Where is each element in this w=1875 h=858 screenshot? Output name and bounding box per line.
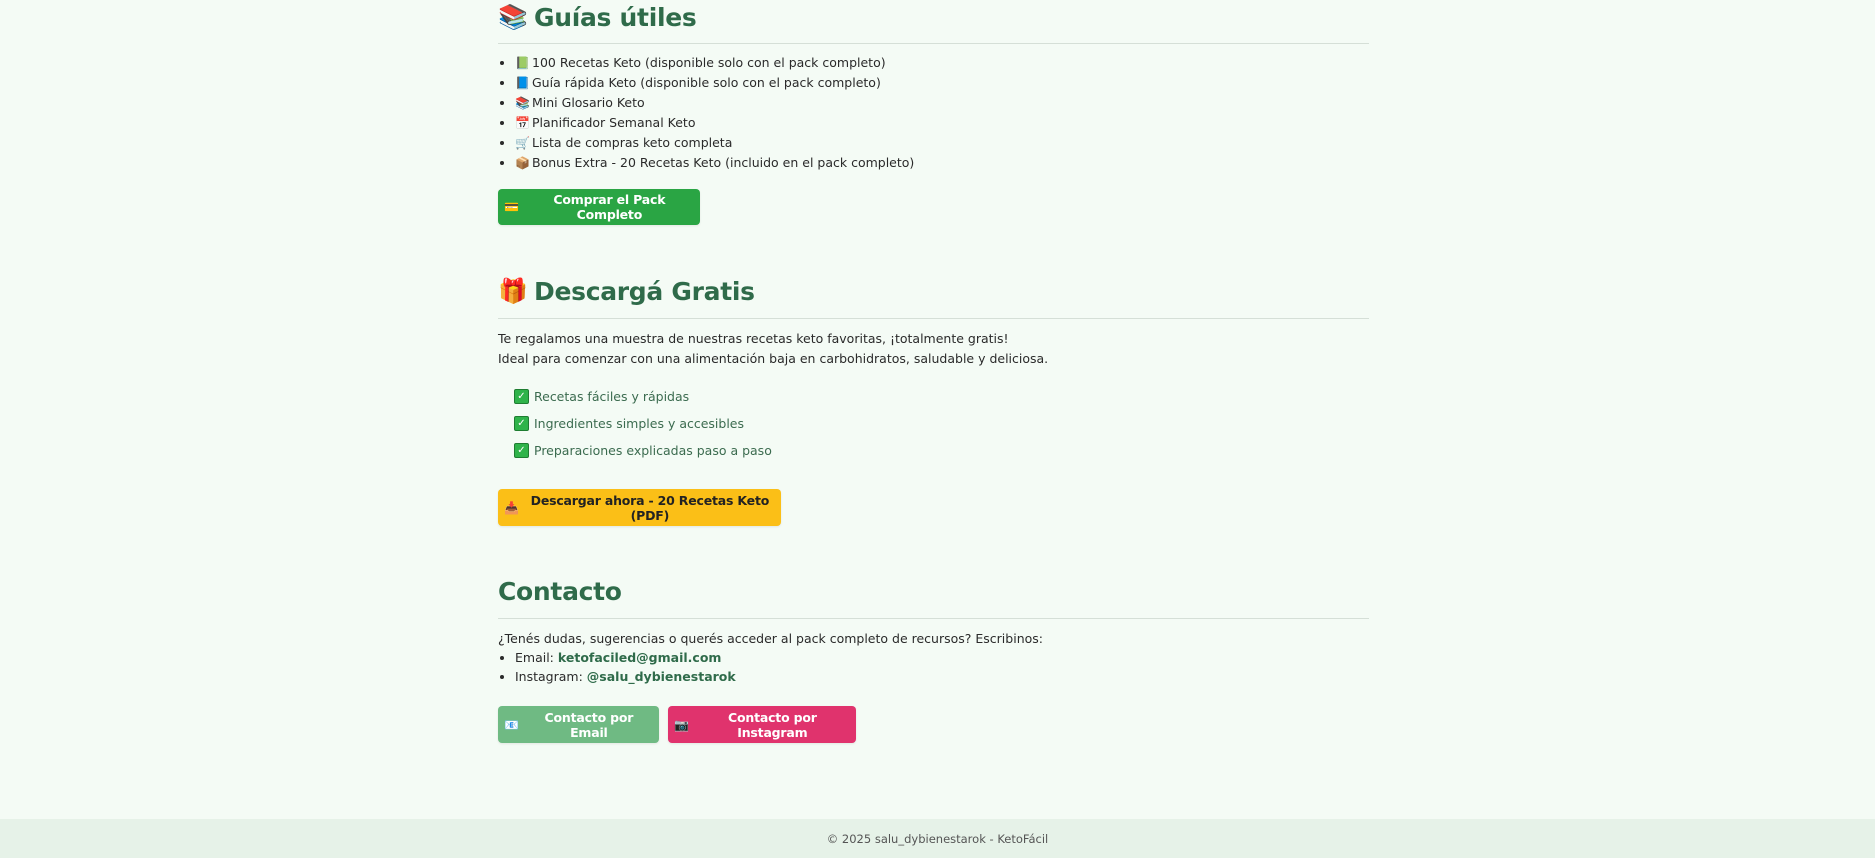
free-download-description: Te regalamos una muestra de nuestras rec…: [498, 329, 1048, 369]
list-item: 📦Bonus Extra - 20 Recetas Keto (incluido…: [515, 153, 914, 173]
contact-email-button-label: Contacto por Email: [544, 709, 634, 740]
list-item-label: Guía rápida Keto (disponible solo con el…: [532, 75, 881, 90]
camera-icon: 📷: [674, 717, 689, 732]
check-icon: ✓: [514, 443, 529, 458]
buy-pack-button[interactable]: 💳 Comprar el Pack Completo: [498, 189, 700, 225]
feature-label: Ingredientes simples y accesibles: [534, 416, 745, 431]
list-item: 📅Planificador Semanal Keto: [515, 113, 914, 133]
email-label: Email:: [515, 650, 554, 665]
buy-pack-button-label: Comprar el Pack Completo: [553, 192, 666, 222]
package-icon: 📦: [515, 156, 530, 170]
list-item-label: Planificador Semanal Keto: [532, 115, 696, 130]
list-item: ✓ Recetas fáciles y rápidas: [514, 383, 772, 410]
books-icon: 📚: [498, 3, 528, 31]
check-icon: ✓: [514, 389, 529, 404]
guides-list: 📗100 Recetas Keto (disponible solo con e…: [498, 53, 914, 173]
instagram-link[interactable]: @salu_dybienestarok: [587, 669, 736, 684]
feature-label: Preparaciones explicadas paso a paso: [534, 443, 772, 458]
features-list: ✓ Recetas fáciles y rápidas ✓ Ingredient…: [514, 383, 772, 464]
list-item: ✓ Preparaciones explicadas paso a paso: [514, 437, 772, 464]
divider: [498, 618, 1369, 619]
calendar-icon: 📅: [515, 116, 530, 130]
free-download-heading: 🎁 Descargá Gratis: [498, 274, 755, 308]
gift-icon: 🎁: [498, 277, 528, 305]
list-item: ✓ Ingredientes simples y accesibles: [514, 410, 772, 437]
inbox-download-icon: 📥: [504, 500, 519, 515]
email-link[interactable]: ketofaciled@gmail.com: [558, 650, 722, 665]
list-item-label: Lista de compras keto completa: [532, 135, 733, 150]
contact-title: Contacto: [498, 576, 622, 606]
footer-text: © 2025 salu_dybienestarok - KetoFácil: [826, 831, 1049, 846]
books-icon: 📚: [515, 96, 530, 110]
download-pdf-button[interactable]: 📥 Descargar ahora - 20 Recetas Keto (PDF…: [498, 489, 781, 526]
divider: [498, 43, 1369, 44]
description-line-2: Ideal para comenzar con una alimentación…: [498, 351, 1049, 366]
instagram-label: Instagram:: [515, 669, 583, 684]
list-item: Email: ketofaciled@gmail.com: [515, 648, 736, 667]
contact-instagram-button-label: Contacto por Instagram: [728, 709, 817, 740]
cart-icon: 🛒: [515, 136, 530, 150]
footer: © 2025 salu_dybienestarok - KetoFácil: [0, 819, 1875, 858]
guides-heading: 📚 Guías útiles: [498, 0, 697, 34]
free-download-title: Descargá Gratis: [534, 276, 755, 306]
list-item: 📚Mini Glosario Keto: [515, 93, 914, 113]
contact-email-button[interactable]: 📧 Contacto por Email: [498, 706, 659, 743]
credit-card-icon: 💳: [504, 200, 519, 214]
contact-list: Email: ketofaciled@gmail.com Instagram: …: [498, 648, 736, 686]
page: 📚 Guías útiles 📗100 Recetas Keto (dispon…: [0, 0, 1875, 858]
download-pdf-button-label: Descargar ahora - 20 Recetas Keto (PDF): [530, 492, 770, 523]
check-icon: ✓: [514, 416, 529, 431]
contact-heading: Contacto: [498, 574, 622, 608]
blue-book-icon: 📘: [515, 76, 530, 90]
list-item: Instagram: @salu_dybienestarok: [515, 667, 736, 686]
contact-intro: ¿Tenés dudas, sugerencias o querés acced…: [498, 631, 1043, 646]
description-line-1: Te regalamos una muestra de nuestras rec…: [498, 331, 1009, 346]
guides-title: Guías útiles: [534, 2, 697, 32]
list-item: 🛒Lista de compras keto completa: [515, 133, 914, 153]
feature-label: Recetas fáciles y rápidas: [534, 389, 690, 404]
list-item-label: Mini Glosario Keto: [532, 95, 645, 110]
list-item: 📘Guía rápida Keto (disponible solo con e…: [515, 73, 914, 93]
list-item-label: 100 Recetas Keto (disponible solo con el…: [532, 55, 886, 70]
contact-instagram-button[interactable]: 📷 Contacto por Instagram: [668, 706, 856, 743]
envelope-icon: 📧: [504, 717, 519, 732]
divider: [498, 318, 1369, 319]
green-book-icon: 📗: [515, 56, 530, 70]
list-item-label: Bonus Extra - 20 Recetas Keto (incluido …: [532, 155, 915, 170]
list-item: 📗100 Recetas Keto (disponible solo con e…: [515, 53, 914, 73]
